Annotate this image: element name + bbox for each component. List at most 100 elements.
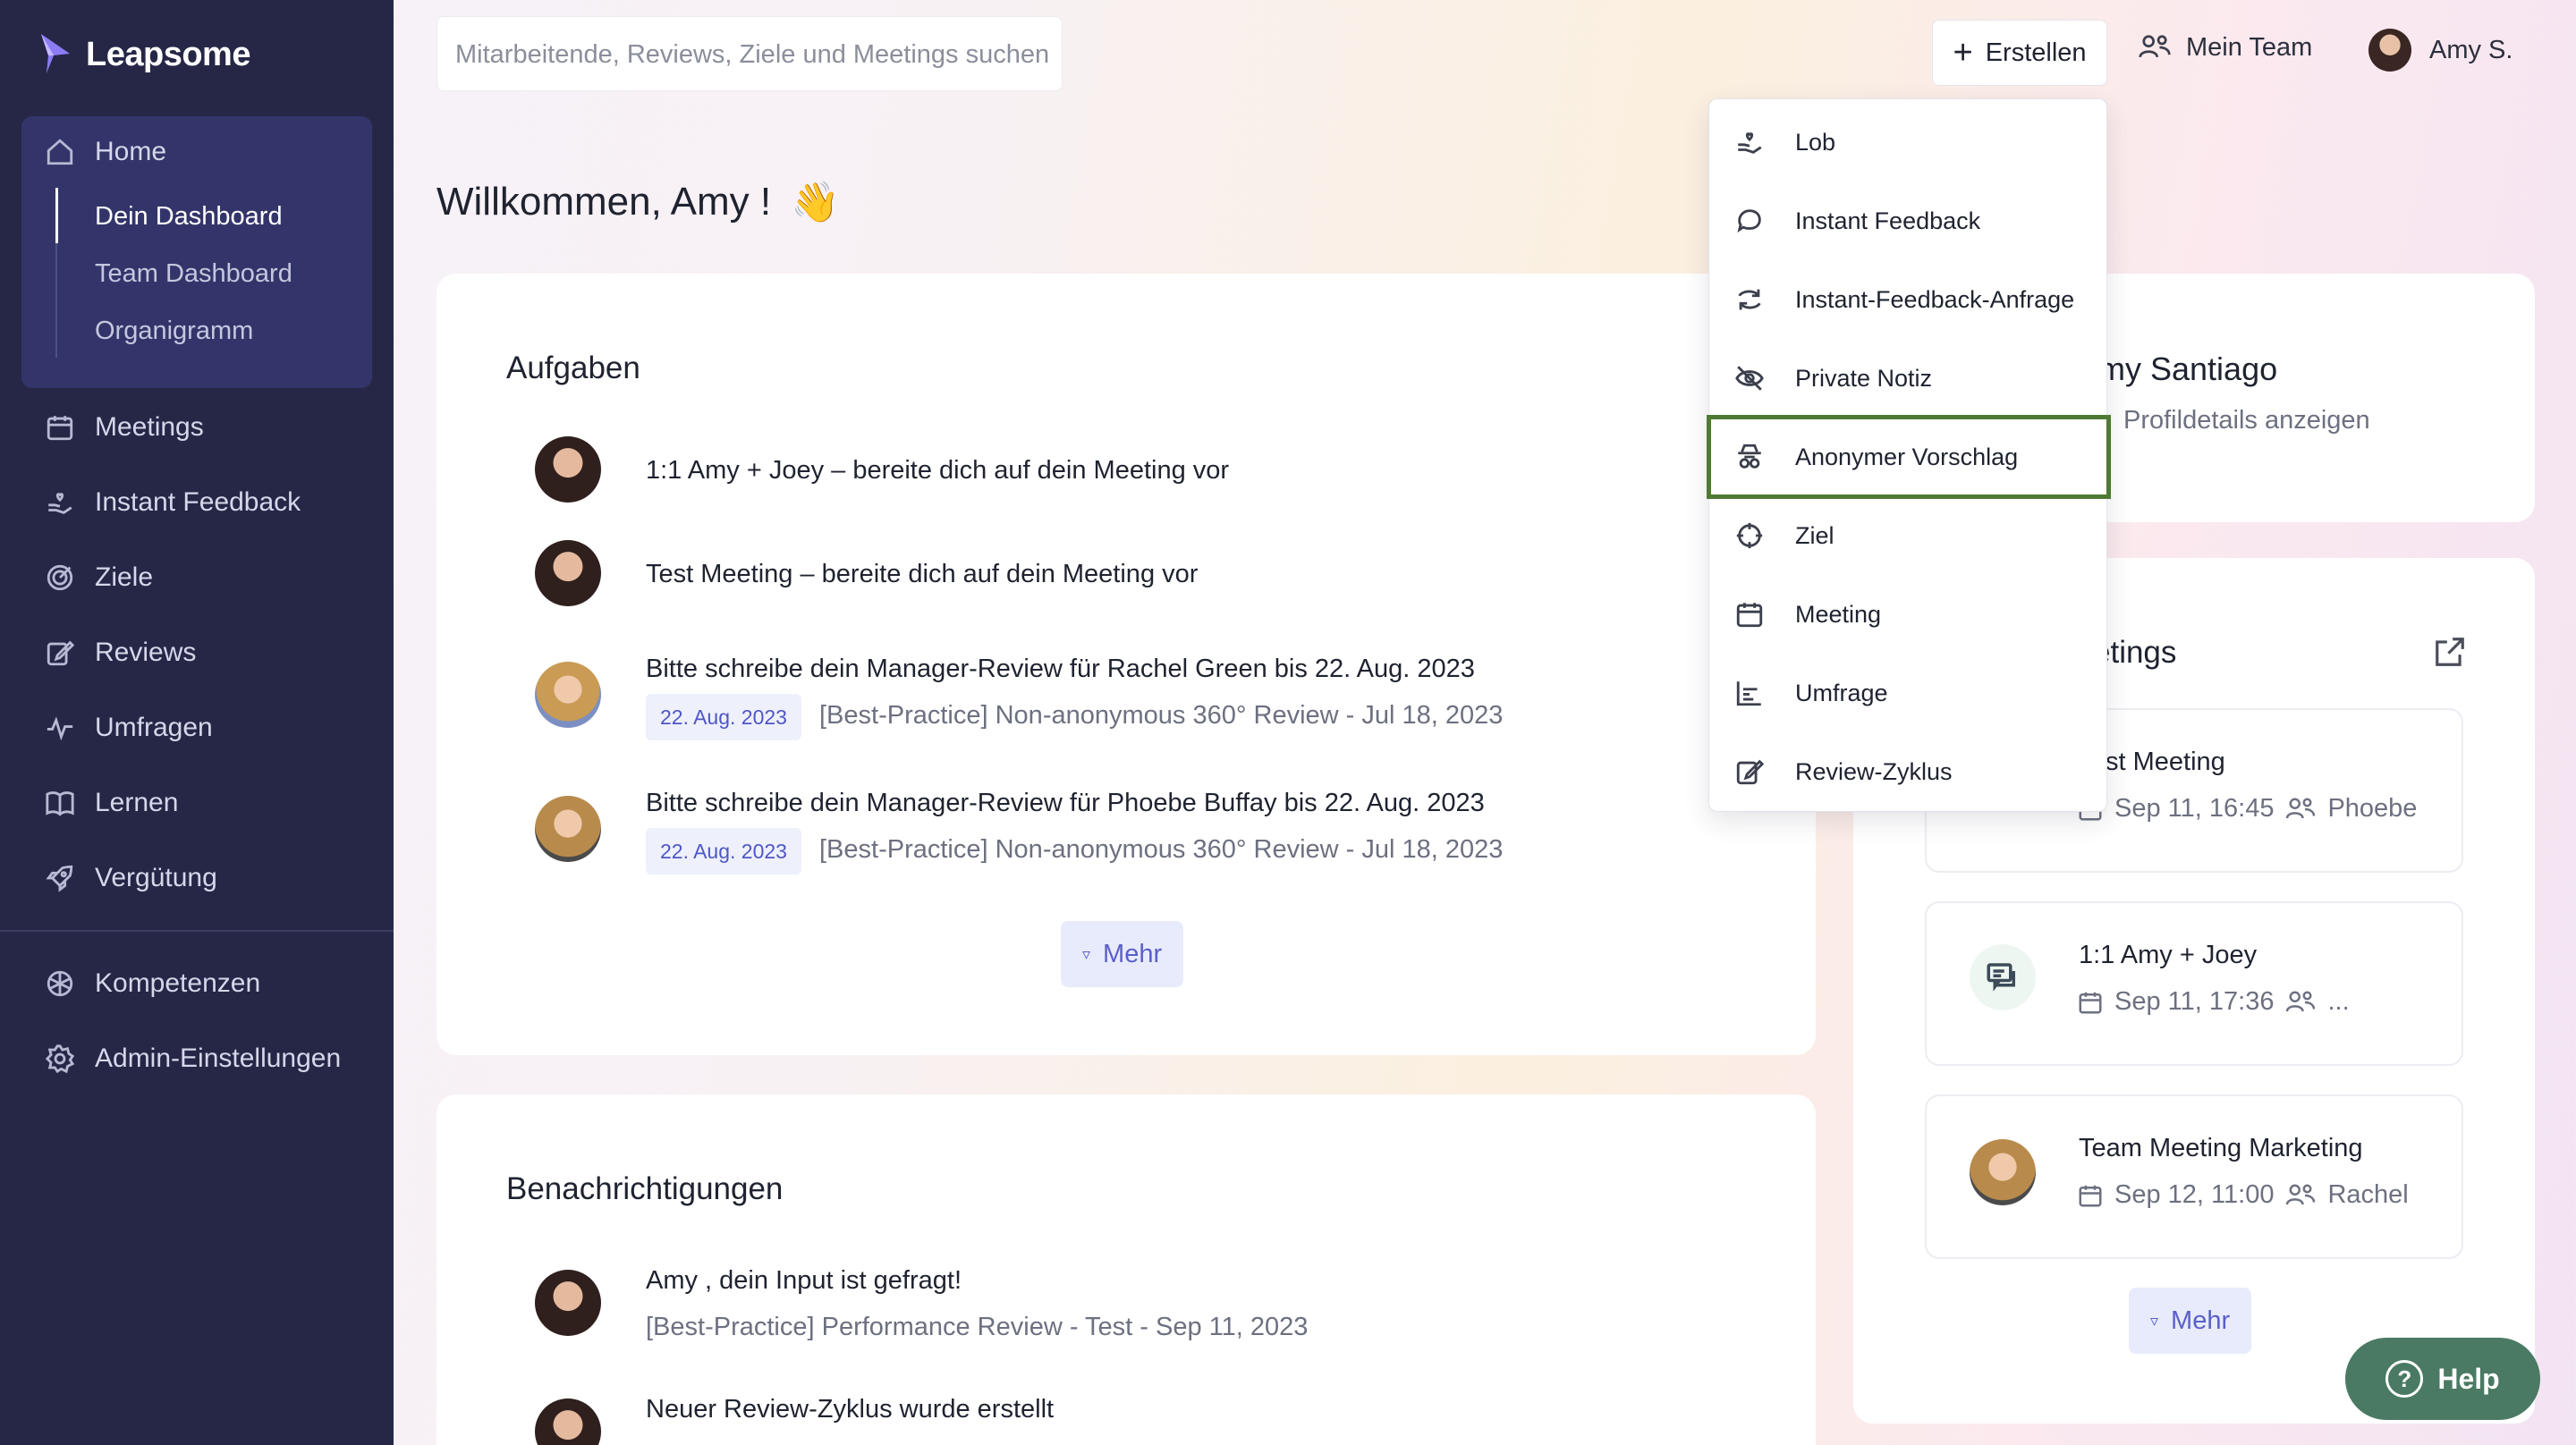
refresh-icon	[1738, 289, 1761, 310]
meetings-more-button[interactable]: ▿ Mehr	[2129, 1288, 2252, 1354]
meeting-time: Sep 11, 17:36	[2114, 987, 2275, 1016]
gear-icon	[45, 1044, 75, 1074]
due-date-badge: 22. Aug. 2023	[646, 694, 801, 740]
home-icon	[47, 139, 73, 165]
chat-bubbles-icon	[1987, 963, 2015, 992]
notifications-card	[436, 1094, 1816, 1445]
meeting-title: st Meeting	[2106, 748, 2225, 776]
sidebar-item-kompetenzen[interactable]: Kompetenzen	[45, 966, 260, 1001]
notification-subtitle: [Best-Practice] Performance Review - Tes…	[646, 1313, 1309, 1341]
help-button[interactable]: ? Help	[2345, 1338, 2540, 1420]
welcome-text: Willkommen, Amy !	[436, 180, 772, 224]
help-label: Help	[2437, 1362, 2500, 1395]
meeting-attendee: Phoebe	[2327, 794, 2418, 823]
calendar-icon	[2079, 1185, 2102, 1206]
profile-details-link[interactable]: Profildetails anzeigen	[2123, 406, 2370, 435]
team-icon	[2139, 35, 2171, 58]
more-label: Mehr	[1103, 939, 1163, 968]
task-subtitle: [Best-Practice] Non-anonymous 360° Revie…	[819, 701, 1504, 730]
eye-off-icon	[1735, 366, 1764, 391]
sidebar-item-instant-feedback[interactable]: Instant Feedback	[45, 485, 301, 520]
meeting-meta: Sep 11, 17:36 ...	[2077, 987, 2350, 1017]
notification-item[interactable]: Neuer Review-Zyklus wurde erstellt	[646, 1395, 1054, 1424]
sidebar-item-admin-einstellungen[interactable]: Admin-Einstellungen	[45, 1041, 341, 1077]
my-team-link[interactable]: Mein Team	[2138, 32, 2312, 63]
sidebar-item-lernen[interactable]: Lernen	[45, 785, 178, 821]
tasks-more-button[interactable]: ▿ Mehr	[1061, 921, 1184, 987]
sidebar-item-reviews[interactable]: Reviews	[45, 635, 196, 671]
wave-emoji-icon: 👋	[791, 181, 840, 224]
sidebar-item-label: Instant Feedback	[95, 487, 301, 517]
sidebar-item-meetings[interactable]: Meetings	[45, 410, 204, 445]
pulse-icon	[47, 716, 73, 741]
external-link-icon[interactable]	[2433, 635, 2467, 669]
create-button[interactable]: + Erstellen	[1932, 20, 2107, 86]
search-input[interactable]: Mitarbeitende, Reviews, Ziele und Meetin…	[436, 16, 1063, 91]
avatar	[2368, 29, 2411, 72]
sidebar-item-verguetung[interactable]: Vergütung	[45, 860, 217, 896]
menu-item-lob[interactable]: Lob	[1709, 103, 2108, 182]
chevron-down-icon: ▿	[1082, 944, 1091, 963]
leapsome-logo-icon	[41, 34, 70, 73]
task-item[interactable]: Bitte schreibe dein Manager-Review für R…	[646, 655, 1475, 684]
hand-heart-icon	[1738, 132, 1762, 154]
avatar	[535, 1270, 601, 1336]
menu-item-label: Meeting	[1795, 600, 1882, 628]
sidebar-divider	[0, 930, 394, 932]
edit-icon	[1736, 759, 1765, 785]
active-indicator	[55, 188, 58, 243]
avatar	[535, 436, 601, 503]
menu-item-private-notiz[interactable]: Private Notiz	[1709, 339, 2108, 418]
edit-icon	[47, 640, 75, 666]
sidebar-item-label: Admin-Einstellungen	[95, 1044, 342, 1073]
user-menu[interactable]: Amy S.	[2368, 29, 2512, 72]
sidebar-item-label: Ziele	[95, 562, 154, 592]
bar-chart-icon	[1736, 681, 1761, 706]
avatar	[1970, 1139, 2036, 1205]
task-item[interactable]: Test Meeting – bereite dich auf dein Mee…	[646, 560, 1198, 589]
menu-item-meeting[interactable]: Meeting	[1709, 575, 2108, 654]
sidebar-sub-dein-dashboard[interactable]: Dein Dashboard	[95, 199, 283, 234]
meeting-title: 1:1 Amy + Joey	[2079, 941, 2258, 969]
menu-item-anonymer-vorschlag[interactable]: Anonymer Vorschlag	[1707, 415, 2111, 499]
avatar	[535, 540, 601, 606]
question-icon: ?	[2385, 1360, 2424, 1398]
sidebar-item-label: Meetings	[95, 412, 204, 442]
menu-item-instant-feedback-anfrage[interactable]: Instant-Feedback-Anfrage	[1709, 260, 2108, 339]
sidebar-sub-organigramm[interactable]: Organigramm	[95, 313, 253, 349]
notification-item[interactable]: Amy , dein Input ist gefragt!	[646, 1266, 962, 1296]
book-icon	[46, 791, 74, 816]
calendar-icon	[2079, 992, 2102, 1013]
meeting-attendee: Rachel	[2327, 1180, 2409, 1209]
leapsome-logo[interactable]: Leapsome	[38, 32, 250, 77]
sidebar-item-ziele[interactable]: Ziele	[45, 560, 153, 596]
team-icon	[2286, 798, 2316, 818]
menu-item-label: Umfrage	[1795, 679, 1888, 706]
menu-item-label: Lob	[1795, 128, 1836, 156]
sidebar-sub-team-dashboard[interactable]: Team Dashboard	[95, 256, 292, 292]
menu-item-ziel[interactable]: Ziel	[1709, 496, 2108, 575]
sidebar-item-label: Umfragen	[95, 713, 213, 742]
calendar-icon	[47, 416, 73, 441]
task-subtitle: [Best-Practice] Non-anonymous 360° Revie…	[819, 835, 1504, 864]
task-item[interactable]: 1:1 Amy + Joey – bereite dich auf dein M…	[646, 456, 1229, 486]
menu-item-umfrage[interactable]: Umfrage	[1709, 654, 2108, 732]
brand-name: Leapsome	[86, 35, 250, 73]
sidebar-item-home[interactable]: Home	[45, 134, 166, 170]
avatar	[535, 662, 601, 728]
notifications-title: Benachrichtigungen	[506, 1171, 784, 1206]
due-date-badge: 22. Aug. 2023	[646, 828, 801, 875]
menu-item-review-zyklus[interactable]: Review-Zyklus	[1709, 732, 2108, 811]
incognito-icon	[1738, 444, 1761, 469]
meeting-time: Sep 12, 11:00	[2114, 1180, 2275, 1209]
sidebar: Leapsome Home Dein Dashboard Team Dashbo…	[0, 0, 394, 1445]
menu-item-label: Anonymer Vorschlag	[1795, 443, 2019, 470]
page-title: Willkommen, Amy ! 👋	[436, 179, 840, 225]
hand-heart-icon	[48, 493, 72, 514]
sub-nav-line	[55, 243, 57, 358]
create-button-label: Erstellen	[1985, 38, 2087, 67]
sidebar-item-umfragen[interactable]: Umfragen	[45, 710, 213, 746]
task-item[interactable]: Bitte schreibe dein Manager-Review für P…	[646, 789, 1485, 818]
menu-item-instant-feedback[interactable]: Instant Feedback	[1709, 182, 2108, 260]
chevron-down-icon: ▿	[2150, 1311, 2159, 1330]
